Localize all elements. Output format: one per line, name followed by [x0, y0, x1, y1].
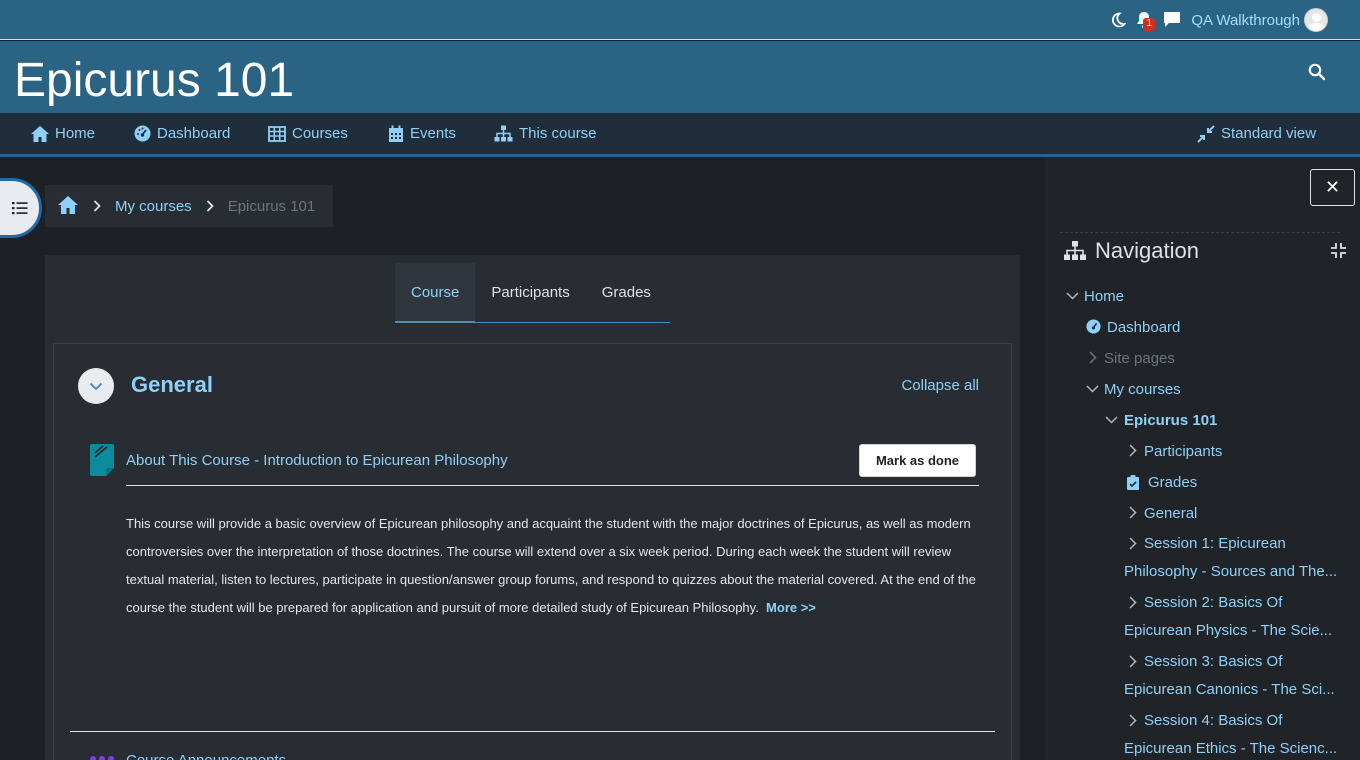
section-general: General Collapse all About This Course -… [53, 343, 1012, 760]
standard-view-label: Standard view [1221, 125, 1317, 142]
user-menu-area: 1 QA Walkthrough [1103, 0, 1328, 40]
chevron-down-icon [89, 382, 103, 390]
chevron-down-icon [1105, 416, 1118, 424]
avatar[interactable] [1304, 8, 1328, 32]
section-title[interactable]: General [131, 372, 213, 398]
nav-tree-home[interactable]: Home [1084, 288, 1124, 305]
nav-events[interactable]: Events [388, 113, 456, 154]
sitemap-icon [1064, 241, 1086, 265]
compress-icon [1197, 124, 1215, 143]
nav-tree-session-4[interactable]: Session 4: Basics Of Epicurean Ethics - … [1124, 707, 1344, 760]
chat-icon[interactable] [1161, 9, 1183, 31]
calendar-icon [389, 125, 403, 142]
section-collapse-button[interactable] [78, 368, 114, 404]
nav-tree-participants[interactable]: Participants [1144, 443, 1222, 460]
breadcrumb-my-courses[interactable]: My courses [115, 198, 192, 215]
nav-tree-general[interactable]: General [1144, 505, 1197, 522]
tab-participants[interactable]: Participants [475, 263, 585, 322]
nav-home-label: Home [55, 125, 96, 142]
nav-this-course[interactable]: This course [494, 113, 597, 154]
nav-dashboard[interactable]: Dashboard [134, 113, 230, 154]
tab-grades[interactable]: Grades [586, 263, 667, 322]
nav-tree-course[interactable]: Epicurus 101 [1124, 412, 1217, 429]
sitemap-icon [494, 125, 513, 142]
chevron-right-icon [1089, 351, 1097, 364]
moon-icon[interactable] [1107, 9, 1129, 31]
more-link[interactable]: More >> [766, 600, 816, 615]
list-icon [12, 202, 28, 215]
dock-icon[interactable] [1331, 243, 1346, 263]
page-header: Epicurus 101 [0, 41, 1360, 113]
dashboard-icon [1086, 319, 1101, 334]
standard-view-toggle[interactable]: Standard view [1197, 113, 1316, 154]
forum-icon [90, 756, 114, 760]
nav-tree-session-3[interactable]: Session 3: Basics Of Epicurean Canonics … [1124, 648, 1344, 704]
nav-dashboard-label: Dashboard [157, 125, 231, 142]
nav-courses[interactable]: Courses [268, 113, 348, 154]
nav-courses-label: Courses [292, 125, 348, 142]
breadcrumb-home-icon[interactable] [57, 195, 79, 217]
page-title: Epicurus 101 [14, 54, 295, 107]
page-icon [90, 444, 114, 476]
collapse-all-link[interactable]: Collapse all [901, 377, 979, 394]
block-drawer: ✕ Navigation Home Dashboard Site pages M… [1045, 157, 1360, 760]
navigation-block-title: Navigation [1095, 238, 1199, 263]
breadcrumb-current: Epicurus 101 [227, 197, 316, 215]
mark-as-done-button[interactable]: Mark as done [859, 444, 976, 477]
nav-tree-site-pages[interactable]: Site pages [1104, 350, 1175, 367]
activity-link[interactable]: About This Course - Introduction to Epic… [126, 452, 508, 469]
nav-tree-dashboard[interactable]: Dashboard [1107, 319, 1180, 336]
breadcrumb: My courses Epicurus 101 [45, 185, 333, 227]
tab-course[interactable]: Course [395, 263, 476, 323]
nav-tree-my-courses[interactable]: My courses [1104, 381, 1181, 398]
bell-icon[interactable]: 1 [1133, 9, 1156, 31]
chevron-right-icon [206, 200, 214, 212]
primary-navigation: Home Dashboard Courses Events This cours… [0, 113, 1360, 157]
nav-events-label: Events [410, 125, 456, 142]
nav-tree-grades[interactable]: Grades [1148, 474, 1197, 491]
search-icon[interactable] [1308, 63, 1330, 85]
nav-home[interactable]: Home [30, 113, 95, 154]
dashboard-icon [134, 125, 151, 142]
home-icon [31, 125, 49, 142]
chevron-right-icon [93, 200, 101, 212]
top-bar: 1 QA Walkthrough [0, 0, 1360, 40]
grades-icon [1127, 475, 1139, 490]
activity-link[interactable]: Course Announcements [126, 752, 286, 760]
course-index-toggle[interactable] [0, 178, 42, 238]
table-icon [268, 125, 286, 142]
chevron-down-icon [1086, 385, 1099, 393]
user-name[interactable]: QA Walkthrough [1191, 12, 1300, 29]
close-drawer-button[interactable]: ✕ [1310, 169, 1355, 206]
activity-description: This course will provide a basic overvie… [126, 510, 979, 622]
divider [126, 485, 979, 486]
chevron-right-icon [1129, 444, 1137, 457]
nav-tree-session-2[interactable]: Session 2: Basics Of Epicurean Physics -… [1124, 589, 1344, 645]
notification-badge: 1 [1143, 18, 1156, 31]
nav-this-course-label: This course [519, 125, 597, 142]
nav-tree-session-1[interactable]: Session 1: Epicurean Philosophy - Source… [1124, 530, 1344, 586]
chevron-right-icon [1129, 506, 1137, 519]
chevron-down-icon [1066, 292, 1079, 300]
description-text: This course will provide a basic overvie… [126, 516, 976, 615]
divider [70, 731, 995, 732]
course-tabs: Course Participants Grades [395, 263, 670, 323]
divider [1060, 232, 1340, 233]
course-content: Course Participants Grades General Colla… [45, 255, 1020, 760]
